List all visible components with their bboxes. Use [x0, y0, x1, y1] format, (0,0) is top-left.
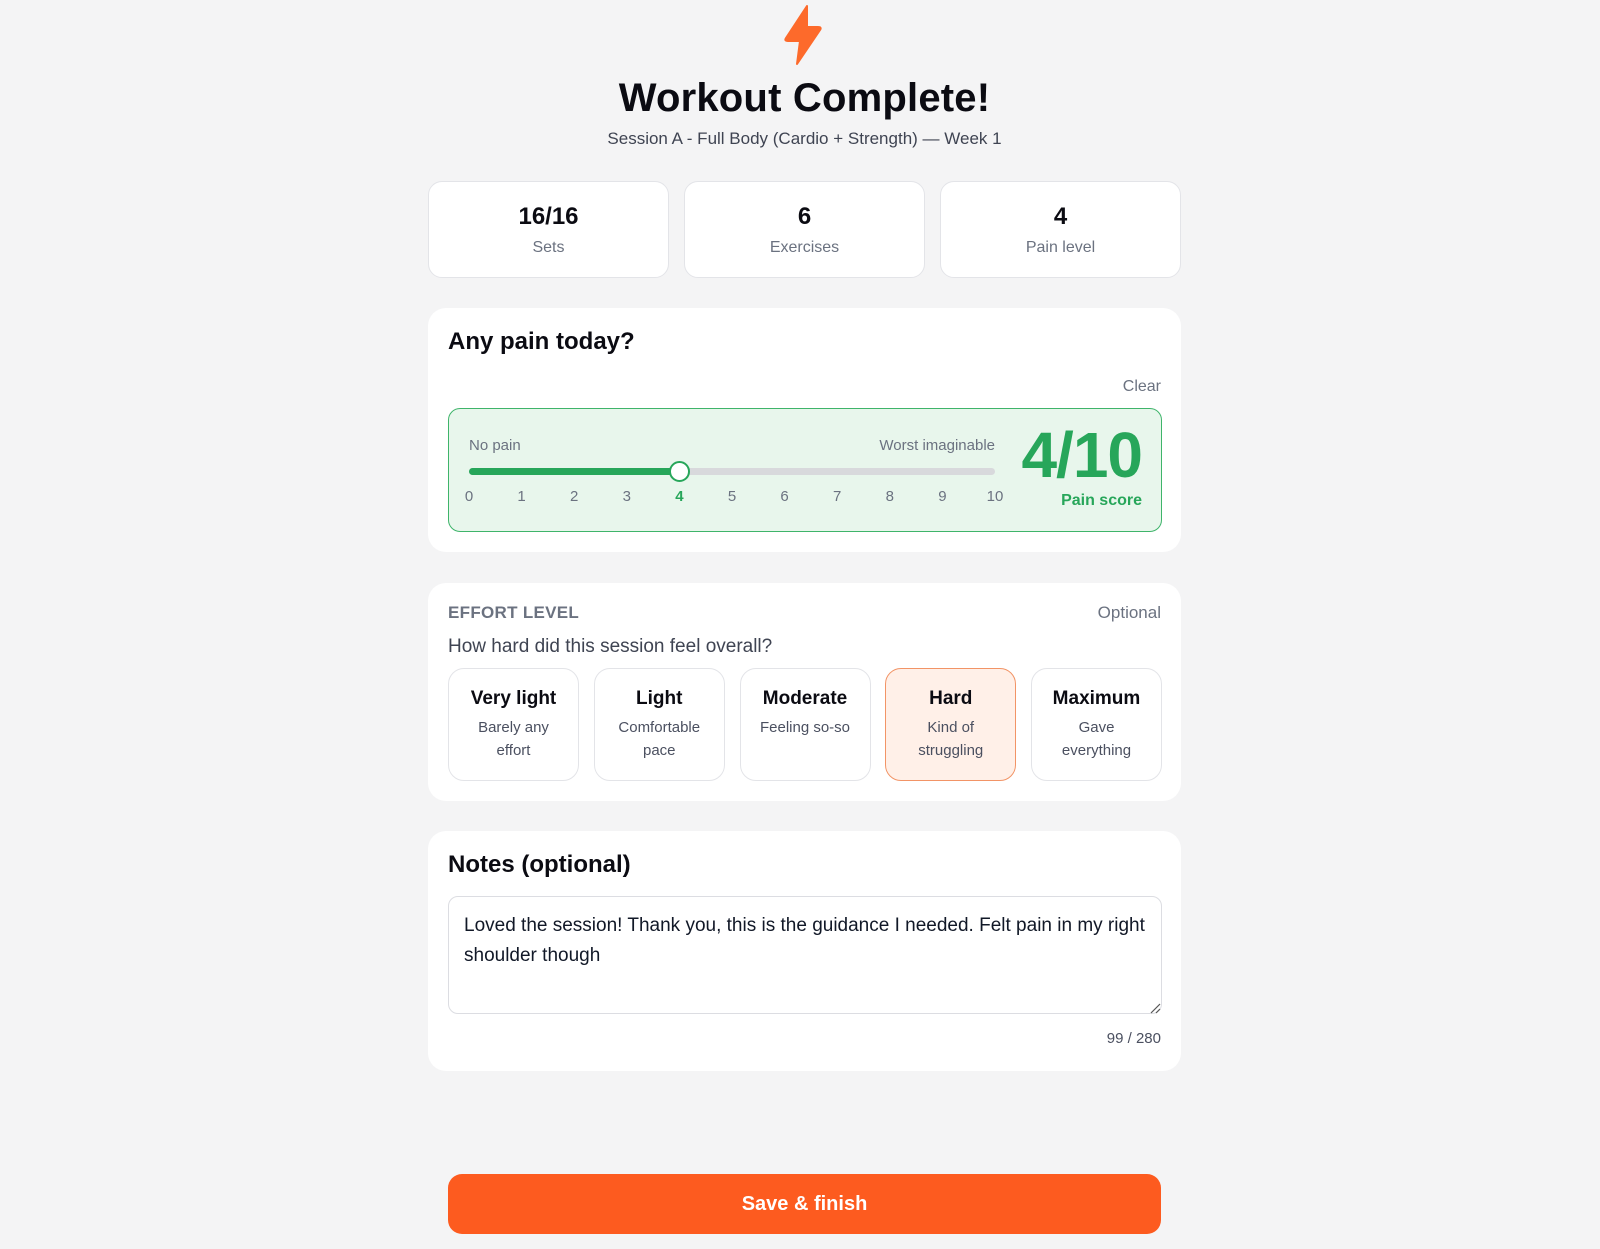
effort-optional-label: Optional: [1097, 603, 1161, 622]
effort-option-maximum[interactable]: Maximum Gave everything: [1031, 668, 1162, 781]
stat-card-pain-level: 4 Pain level: [940, 181, 1181, 278]
pain-tick-4[interactable]: 4: [664, 488, 694, 505]
stat-card-sets: 16/16 Sets: [428, 181, 669, 278]
pain-tick-9[interactable]: 9: [927, 488, 957, 505]
stat-label: Pain level: [1025, 238, 1096, 256]
resize-grip-icon[interactable]: [1149, 1002, 1161, 1014]
pain-card-title: Any pain today?: [448, 328, 635, 355]
option-title: Moderate: [762, 688, 848, 709]
option-description: Gave everything: [1061, 719, 1132, 759]
stat-value: 6: [797, 202, 812, 230]
option-title: Very light: [470, 688, 557, 709]
save-finish-button[interactable]: Save & finish: [448, 1174, 1161, 1234]
pain-slider-panel: No pain Worst imaginable 0 1 2 3 4 5 6 7 8 9 10 4/…: [448, 408, 1162, 532]
option-description: Feeling so-so: [759, 719, 851, 736]
effort-options: Very light Barely any effort Light Comfo…: [448, 668, 1162, 781]
scale-min-label: No pain: [469, 437, 521, 454]
pain-tick-6[interactable]: 6: [770, 488, 800, 505]
effort-question: How hard did this session feel overall?: [448, 636, 773, 657]
clear-pain-button[interactable]: Clear: [1123, 378, 1161, 396]
option-title: Light: [636, 688, 683, 709]
scale-max-label: Worst imaginable: [879, 437, 995, 454]
effort-card: EFFORT LEVEL Optional How hard did this …: [428, 583, 1181, 801]
effort-option-moderate[interactable]: Moderate Feeling so-so: [739, 668, 871, 781]
pain-tick-7[interactable]: 7: [822, 488, 852, 505]
character-counter: 99 / 280: [1106, 1030, 1161, 1047]
pain-tick-5[interactable]: 5: [717, 488, 747, 505]
pain-card: Any pain today? Clear No pain Worst imag…: [428, 308, 1181, 552]
stat-value: 4: [1053, 202, 1068, 230]
option-description: Kind of struggling: [918, 719, 984, 759]
stats-row: 16/16 Sets 6 Exercises 4 Pain level: [428, 181, 1181, 278]
pain-tick-1[interactable]: 1: [507, 488, 537, 505]
pain-score-label: Pain score: [1061, 492, 1142, 509]
pain-slider-track[interactable]: [469, 461, 995, 482]
pain-slider-thumb[interactable]: [669, 461, 691, 482]
notes-card: Notes (optional) Loved the session! Than…: [428, 831, 1181, 1071]
stat-label: Sets: [532, 238, 565, 256]
pain-tick-2[interactable]: 2: [559, 488, 589, 505]
page-title: Workout Complete!: [618, 76, 991, 120]
pain-tick-3[interactable]: 3: [612, 488, 642, 505]
pain-score-value: 4/10: [1021, 419, 1143, 491]
notes-textarea[interactable]: Loved the session! Thank you, this is th…: [448, 896, 1162, 1014]
stat-card-exercises: 6 Exercises: [684, 181, 925, 278]
effort-option-hard[interactable]: Hard Kind of struggling: [885, 668, 1017, 781]
pain-scale-ticks: 0 1 2 3 4 5 6 7 8 9 10: [465, 488, 1004, 508]
effort-option-light[interactable]: Light Comfortable pace: [593, 668, 725, 781]
option-title: Hard: [929, 688, 973, 709]
pain-tick-8[interactable]: 8: [875, 488, 905, 505]
lightning-bolt-icon: [784, 5, 822, 65]
option-description: Comfortable pace: [618, 719, 701, 759]
pain-slider-fill: [469, 468, 680, 475]
effort-option-very-light[interactable]: Very light Barely any effort: [448, 668, 579, 781]
notes-title: Notes (optional): [448, 851, 631, 878]
session-subtitle: Session A - Full Body (Cardio + Strength…: [607, 129, 1002, 148]
effort-heading: EFFORT LEVEL: [448, 603, 580, 622]
option-description: Barely any effort: [478, 719, 549, 759]
stat-value: 16/16: [518, 202, 579, 230]
pain-tick-0[interactable]: 0: [454, 488, 484, 505]
pain-tick-10[interactable]: 10: [980, 488, 1010, 505]
option-title: Maximum: [1052, 688, 1141, 709]
stat-label: Exercises: [769, 238, 840, 256]
